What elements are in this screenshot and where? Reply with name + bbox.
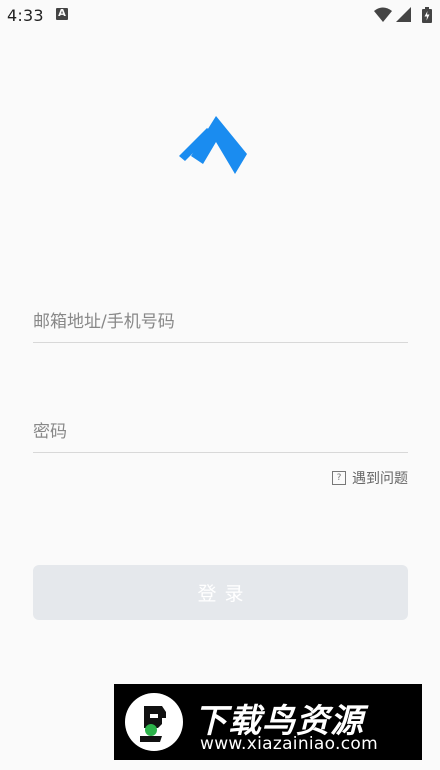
password-field[interactable] [33,404,408,453]
help-label: 遇到问题 [352,471,408,487]
status-time: 4:33 [7,6,44,25]
battery-icon [422,7,432,23]
login-button[interactable]: 登录 [33,565,408,620]
app-logo-icon [179,116,247,174]
help-link[interactable]: ? 遇到问题 [332,468,408,488]
email-input[interactable] [33,312,408,332]
wifi-icon [374,7,392,22]
login-label: 登录 [197,583,252,605]
watermark-bird-icon [125,693,183,751]
watermark-url: www.xiazainiao.com [200,734,378,754]
a-letter-icon: A [56,8,68,20]
email-field[interactable] [33,294,408,343]
watermark-banner: 下载鸟资源 www.xiazainiao.com [114,684,422,760]
signal-icon [396,7,411,22]
question-icon: ? [332,471,346,485]
password-input[interactable] [33,422,408,442]
status-bar: 4:33 A [0,0,440,32]
